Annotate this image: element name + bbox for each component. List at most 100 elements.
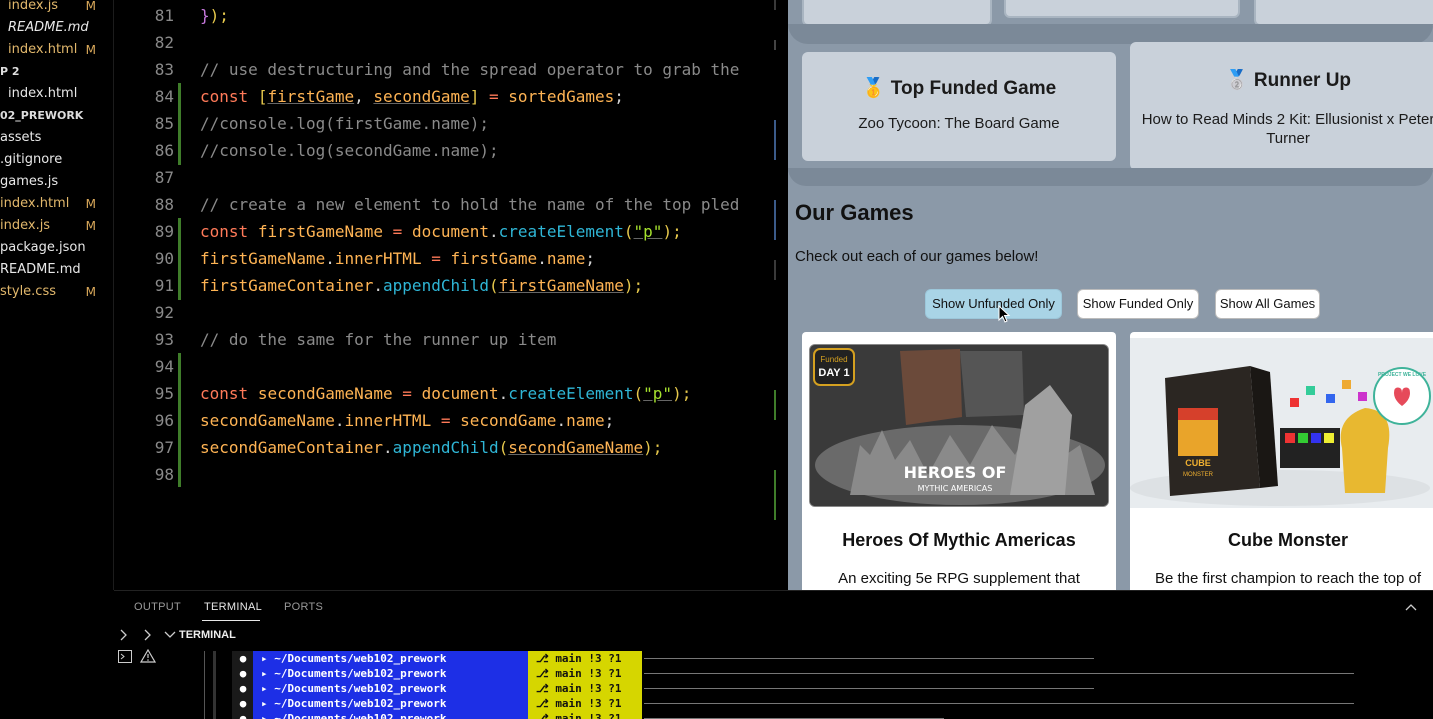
code-token: = xyxy=(392,384,422,403)
game-title: Cube Monster xyxy=(1227,530,1348,550)
folder-item[interactable]: 02_PREWORK xyxy=(0,105,113,127)
code-token: ); xyxy=(623,276,644,295)
code-line[interactable]: const secondGameName = document.createEl… xyxy=(200,380,691,407)
file-item[interactable]: package.json xyxy=(0,237,113,259)
line-number: 90 xyxy=(154,249,174,268)
git-branch: ⎇ main !3 ?1 xyxy=(528,651,642,666)
code-token: secondGameName xyxy=(200,411,335,430)
code-line[interactable]: // use destructuring and the spread oper… xyxy=(200,56,739,83)
terminal-prompt-line: ● ▸ ~/Documents/web102_prework ⎇ main !3… xyxy=(182,696,1432,711)
code-token: document xyxy=(411,222,490,241)
code-token: "p" xyxy=(633,222,663,241)
code-token: secondGameName xyxy=(257,384,393,403)
code-line[interactable]: firstGameName.innerHTML = firstGame.name… xyxy=(200,245,595,272)
code-line[interactable]: // create a new element to hold the name… xyxy=(200,191,739,218)
line-number: 95 xyxy=(154,384,174,403)
artwork-title: CUBE xyxy=(1185,458,1211,468)
code-token: appendChild xyxy=(383,276,489,295)
game-card[interactable]: Funded DAY 1 HEROES OF MYTHIC AMERICAS H… xyxy=(802,332,1116,590)
tab-output[interactable]: OUTPUT xyxy=(134,601,181,613)
mouse-cursor-icon xyxy=(998,305,1011,323)
file-item[interactable]: README.md xyxy=(0,17,113,39)
terminal-icon[interactable] xyxy=(118,650,132,663)
code-line[interactable]: }); xyxy=(200,2,229,29)
tab-terminal[interactable]: TERMINAL xyxy=(204,601,262,613)
code-token: ); xyxy=(662,222,682,241)
code-token: ); xyxy=(643,438,663,457)
file-item[interactable]: .gitignore xyxy=(0,149,113,171)
show-all-button[interactable]: Show All Games xyxy=(1215,289,1320,319)
file-item[interactable]: index.html M xyxy=(0,39,113,61)
git-status: M xyxy=(85,219,96,233)
runner-up-card: 🥈 Runner Up How to Read Minds 2 Kit: Ell… xyxy=(1130,42,1433,170)
code-token: . xyxy=(489,222,499,241)
code-token: firstGameName xyxy=(257,222,384,241)
folder-item[interactable]: P 2 xyxy=(0,61,113,83)
file-item[interactable]: index.html xyxy=(0,83,113,105)
apple-icon: ● xyxy=(232,681,254,696)
chevron-right-icon[interactable] xyxy=(144,629,152,641)
git-branch: ⎇ main !3 ?1 xyxy=(528,681,642,696)
kickstarter-badge: PROJECT WE LOVE xyxy=(1378,372,1427,378)
code-token: ] xyxy=(469,87,480,106)
line-number: 84 xyxy=(154,87,174,106)
prompt-path: ▸ ~/Documents/web102_prework xyxy=(253,696,528,711)
file-item[interactable]: style.css M xyxy=(0,281,113,303)
prompt-path: ▸ ~/Documents/web102_prework xyxy=(253,681,528,696)
chevron-up-icon[interactable] xyxy=(1405,603,1417,611)
game-description: Be the first champion to reach the top o… xyxy=(1155,570,1421,587)
show-funded-button[interactable]: Show Funded Only xyxy=(1077,289,1199,319)
code-token: [ xyxy=(257,87,268,106)
code-token: . xyxy=(325,249,335,268)
terminal-prompt-line: ● ▸ ~/Documents/web102_prework ⎇ main !3… xyxy=(182,681,1182,696)
chevron-down-icon[interactable] xyxy=(164,631,176,639)
section-divider xyxy=(788,24,1433,44)
code-line[interactable]: const [firstGame, secondGame] = sortedGa… xyxy=(200,83,624,110)
code-token: createElement xyxy=(508,384,634,403)
file-name: README.md xyxy=(8,20,89,35)
code-token: = xyxy=(383,222,412,241)
line-number: 97 xyxy=(154,438,174,457)
file-item[interactable]: games.js xyxy=(0,171,113,193)
code-token: "p" xyxy=(643,384,673,403)
code-token: . xyxy=(373,276,384,295)
top-funded-card: 🥇 Top Funded Game Zoo Tycoon: The Board … xyxy=(802,52,1116,161)
prompt-rule xyxy=(644,673,1354,674)
code-token: secondGameContainer xyxy=(200,438,384,457)
gold-medal-icon: 🥇 xyxy=(861,78,886,99)
file-item[interactable]: index.js M xyxy=(0,215,113,237)
code-line[interactable]: secondGameContainer.appendChild(secondGa… xyxy=(200,434,662,461)
folder-item[interactable]: assets xyxy=(0,127,113,149)
tab-ports[interactable]: PORTS xyxy=(284,601,323,613)
code-token: . xyxy=(537,249,547,268)
line-number: 96 xyxy=(154,411,174,430)
runner-up-heading: 🥈 Runner Up xyxy=(1130,68,1433,92)
file-item[interactable]: index.js M xyxy=(0,0,113,17)
game-card[interactable]: CUBE MONSTER PROJECT WE LOVE Cube Monste… xyxy=(1130,332,1433,590)
line-number: 87 xyxy=(154,168,174,187)
top-funded-heading: 🥇 Top Funded Game xyxy=(802,76,1116,100)
code-token: } xyxy=(200,6,210,25)
line-number: 91 xyxy=(154,276,174,295)
chevron-right-icon[interactable] xyxy=(120,629,128,641)
prompt-rule xyxy=(644,703,1354,704)
code-line[interactable]: firstGameContainer.appendChild(firstGame… xyxy=(200,272,643,299)
funded-badge-small: Funded xyxy=(820,355,847,364)
code-token: . xyxy=(556,411,567,430)
line-number: 93 xyxy=(154,330,174,349)
apple-icon: ● xyxy=(232,651,254,666)
top-funded-title: Top Funded Game xyxy=(890,78,1057,99)
show-unfunded-button[interactable]: Show Unfunded Only xyxy=(925,289,1062,319)
code-line[interactable]: secondGameName.innerHTML = secondGame.na… xyxy=(200,407,614,434)
file-item[interactable]: index.html M xyxy=(0,193,113,215)
stat-card xyxy=(802,0,992,26)
code-line[interactable]: //console.log(firstGame.name); xyxy=(200,110,489,137)
code-line[interactable]: const firstGameName = document.createEle… xyxy=(200,218,682,245)
code-line[interactable]: //console.log(secondGame.name); xyxy=(200,137,499,164)
file-item[interactable]: README.md xyxy=(0,259,113,281)
apple-icon: ● xyxy=(232,696,254,711)
stat-card xyxy=(1254,0,1433,26)
code-editor[interactable]: 81 82 83 84 85 86 87 88 89 90 91 92 93 9… xyxy=(114,0,788,590)
warning-icon[interactable] xyxy=(140,649,156,663)
code-line[interactable]: // do the same for the runner up item xyxy=(200,326,556,353)
